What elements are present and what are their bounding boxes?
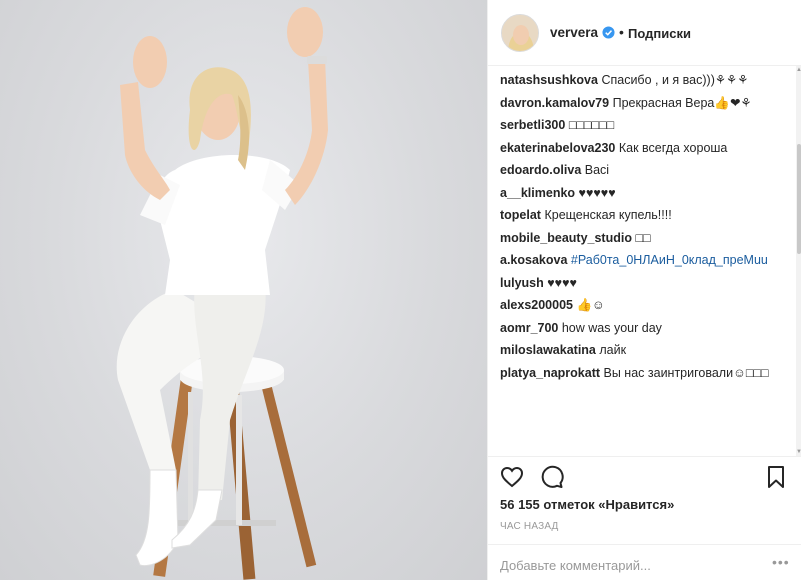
comment-item: platya_naprokatt Вы нас заинтриговали☺□□… xyxy=(500,364,788,382)
comment-username[interactable]: platya_naprokatt xyxy=(500,366,600,380)
comment-username[interactable]: alexs200005 xyxy=(500,298,573,312)
author-avatar[interactable] xyxy=(501,14,539,52)
post-photo[interactable] xyxy=(0,0,487,580)
comment-username[interactable]: serbetli300 xyxy=(500,118,565,132)
comment-username[interactable]: a__klimenko xyxy=(500,186,575,200)
comment-hashtag-link[interactable]: #Раб0та_0НЛАиН_0клад_преМuu xyxy=(571,253,768,267)
comment-icon[interactable] xyxy=(540,465,564,489)
comment-text: how was your day xyxy=(561,320,662,335)
comment-username[interactable]: miloslawakatina xyxy=(500,343,596,357)
comments-scrollbar[interactable]: ▲ ▼ xyxy=(796,66,801,456)
comment-item: mobile_beauty_studio □□ xyxy=(500,229,788,247)
woman-on-stool-image xyxy=(116,7,328,580)
heart-icon[interactable] xyxy=(500,465,524,489)
post-header: ververa • Подписки xyxy=(488,0,801,66)
verified-badge-icon xyxy=(602,26,615,39)
comment-item: alexs200005 👍☺ xyxy=(500,296,788,314)
post-timestamp[interactable]: ЧАС НАЗАД xyxy=(500,521,559,532)
comment-item: edoardo.oliva Baci xyxy=(500,161,788,179)
comment-username[interactable]: davron.kamalov79 xyxy=(500,96,609,110)
comment-item: davron.kamalov79 Прекрасная Вера👍❤⚘ xyxy=(500,94,788,112)
comment-input[interactable] xyxy=(500,555,740,575)
comment-text: Вы нас заинтриговали☺□□□ xyxy=(603,365,769,380)
add-comment-bar: ••• xyxy=(488,544,801,581)
comment-item: a__klimenko ♥♥♥♥♥ xyxy=(500,184,788,202)
scroll-thumb[interactable] xyxy=(797,144,801,254)
following-button[interactable]: Подписки xyxy=(628,26,691,41)
bookmark-icon[interactable] xyxy=(764,465,788,489)
comment-text: Прекрасная Вера👍❤⚘ xyxy=(612,95,752,110)
comment-username[interactable]: natashsushkova xyxy=(500,73,598,87)
scroll-up-arrow-icon[interactable]: ▲ xyxy=(796,66,801,74)
comment-text: Как всегда хороша xyxy=(618,140,728,155)
comment-text: □□□□□□ xyxy=(568,118,615,132)
likes-count[interactable]: 56 155 отметок «Нравится» xyxy=(500,497,674,512)
comment-text: □□ xyxy=(635,230,651,245)
comment-item: miloslawakatina лайк xyxy=(500,341,788,359)
comment-username[interactable]: aomr_700 xyxy=(500,321,558,335)
author-username[interactable]: ververa xyxy=(550,25,598,40)
more-options-icon[interactable]: ••• xyxy=(772,555,790,571)
comment-text: лайк xyxy=(599,343,627,357)
comments-list: natashsushkova Спасибо , и я вас)))⚘⚘⚘ d… xyxy=(500,71,788,455)
comment-username[interactable]: mobile_beauty_studio xyxy=(500,231,632,245)
comment-username[interactable]: lulyush xyxy=(500,276,544,290)
avatar-image xyxy=(502,15,538,51)
comment-text: ♥♥♥♥♥ xyxy=(578,185,616,200)
comment-username[interactable]: ekaterinabelova230 xyxy=(500,141,615,155)
comment-username[interactable]: edoardo.oliva xyxy=(500,163,581,177)
comment-username[interactable]: a.kosakova xyxy=(500,253,567,267)
comment-item: aomr_700 how was your day xyxy=(500,319,788,337)
comment-item: ekaterinabelova230 Как всегда хороша xyxy=(500,139,788,157)
comment-item: serbetli300 □□□□□□ xyxy=(500,116,788,134)
post-side-panel: ververa • Подписки natashsushkova Спасиб… xyxy=(487,0,801,580)
post-actions xyxy=(488,456,801,491)
comment-text: Крещенская купель!!!! xyxy=(544,208,672,222)
comment-username[interactable]: topelat xyxy=(500,208,541,222)
scroll-down-arrow-icon[interactable]: ▼ xyxy=(796,448,801,456)
header-separator: • xyxy=(619,24,624,40)
comment-text: Baci xyxy=(584,163,610,177)
comment-item: topelat Крещенская купель!!!! xyxy=(500,206,788,224)
comment-item: lulyush ♥♥♥♥ xyxy=(500,274,788,292)
comment-item: a.kosakova #Раб0та_0НЛАиН_0клад_преМuu xyxy=(500,251,788,269)
comment-item: natashsushkova Спасибо , и я вас)))⚘⚘⚘ xyxy=(500,71,788,89)
comment-text: 👍☺ xyxy=(576,298,605,312)
comment-text: ♥♥♥♥ xyxy=(547,275,577,290)
comment-text: Спасибо , и я вас)))⚘⚘⚘ xyxy=(601,73,749,87)
